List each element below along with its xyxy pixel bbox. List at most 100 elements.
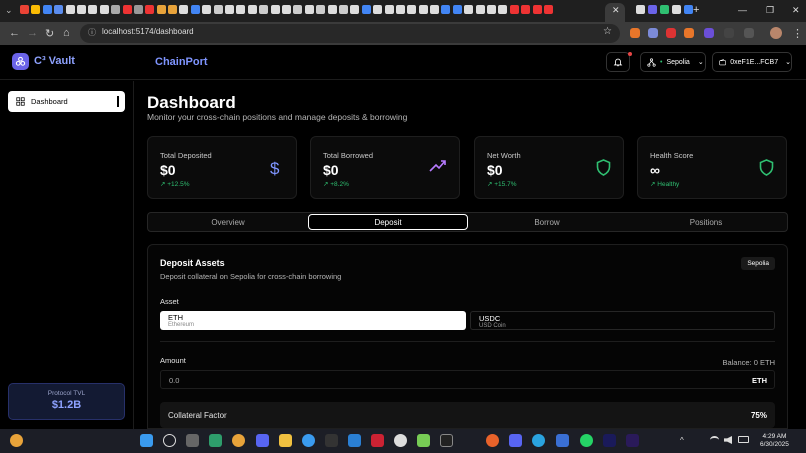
tab-favicon[interactable] [521, 5, 531, 14]
tab-favicon[interactable] [452, 5, 462, 14]
chrome-icon[interactable] [232, 434, 245, 447]
close-window-button[interactable]: ✕ [792, 5, 800, 16]
tab-favicon[interactable] [213, 5, 223, 14]
tab-favicon[interactable] [407, 5, 417, 14]
tab-favicon[interactable] [487, 5, 497, 14]
tray-chevron-icon[interactable]: ^ [680, 436, 684, 445]
tab-favicon[interactable] [168, 5, 178, 14]
tab-favicon[interactable] [293, 5, 303, 14]
tab-favicon[interactable] [636, 5, 645, 14]
tab-favicon[interactable] [247, 5, 257, 14]
tab-deposit[interactable]: Deposit [308, 214, 468, 230]
volume-icon[interactable] [724, 436, 732, 444]
tab-favicon[interactable] [475, 5, 485, 14]
tab-favicon[interactable] [42, 5, 52, 14]
site-info-icon[interactable]: ⓘ [88, 27, 96, 38]
amount-input[interactable]: 0.0 ETH [160, 370, 775, 389]
tab-favicon[interactable] [179, 5, 189, 14]
tab-favicon[interactable] [441, 5, 451, 14]
extension-icon[interactable] [666, 28, 676, 38]
tab-favicon[interactable] [65, 5, 75, 14]
extensions-puzzle-icon[interactable] [744, 28, 754, 38]
tab-favicon[interactable] [20, 5, 29, 14]
tab-favicon[interactable] [111, 5, 121, 14]
file-explorer-icon[interactable] [279, 434, 292, 447]
tab-favicon[interactable] [648, 5, 657, 14]
browser-menu-icon[interactable]: ⋮ [792, 27, 803, 40]
tab-favicon[interactable] [350, 5, 360, 14]
discord-icon[interactable] [256, 434, 269, 447]
tab-favicon[interactable] [672, 5, 681, 14]
back-icon[interactable]: ← [9, 27, 20, 39]
extension-icon[interactable] [684, 28, 694, 38]
tab-favicon[interactable] [418, 5, 428, 14]
tab-favicon[interactable] [225, 5, 235, 14]
tab-favicon[interactable] [190, 5, 200, 14]
tab-favicon[interactable] [509, 5, 519, 14]
tab-favicon[interactable] [361, 5, 371, 14]
maximize-button[interactable]: ❐ [766, 5, 774, 16]
search-icon[interactable] [163, 434, 176, 447]
app-icon[interactable] [371, 434, 384, 447]
clock[interactable]: 4:29 AM 6/30/2025 [760, 433, 789, 449]
extension-icon[interactable] [630, 28, 640, 38]
app-icon[interactable] [394, 434, 407, 447]
start-icon[interactable] [140, 434, 153, 447]
tab-favicon[interactable] [88, 5, 98, 14]
tab-favicon[interactable] [464, 5, 474, 14]
new-tab-button[interactable]: + [693, 4, 699, 16]
extension-icon[interactable] [724, 28, 734, 38]
terminal-icon[interactable] [440, 434, 453, 447]
tab-favicon[interactable] [498, 5, 508, 14]
tab-favicon[interactable] [145, 5, 155, 14]
vscode-icon[interactable] [348, 434, 361, 447]
tab-favicon[interactable] [327, 5, 337, 14]
asset-option-usdc[interactable]: USDC USD Coin [470, 311, 775, 330]
tab-favicon[interactable] [532, 5, 542, 14]
sidebar-item-dashboard[interactable]: Dashboard [8, 91, 125, 112]
whatsapp-icon[interactable] [580, 434, 593, 447]
tab-favicon[interactable] [384, 5, 394, 14]
tab-favicon[interactable] [259, 5, 269, 14]
tab-favicon[interactable] [202, 5, 212, 14]
premiere-icon[interactable] [603, 434, 616, 447]
app-icon[interactable] [486, 434, 499, 447]
tab-favicon[interactable] [543, 5, 553, 14]
tab-favicon[interactable] [395, 5, 405, 14]
tab-favicon[interactable] [122, 5, 132, 14]
telegram-icon[interactable] [532, 434, 545, 447]
profile-avatar[interactable] [770, 27, 782, 39]
app-icon[interactable] [302, 434, 315, 447]
tab-favicon[interactable] [373, 5, 383, 14]
app-icon[interactable] [417, 434, 430, 447]
tab-favicon[interactable] [304, 5, 314, 14]
app-icon[interactable] [325, 434, 338, 447]
asset-option-eth[interactable]: ETH Ethereum [160, 311, 466, 330]
app-icon[interactable] [509, 434, 522, 447]
tab-favicon[interactable] [338, 5, 348, 14]
weather-icon[interactable] [10, 434, 23, 447]
extension-icon[interactable] [704, 28, 714, 38]
wallet-button[interactable]: 0xeF1E...FCB7 ⌄ [712, 52, 792, 72]
copilot-icon[interactable] [209, 434, 222, 447]
tab-overview[interactable]: Overview [149, 214, 307, 230]
bookmark-star-icon[interactable]: ☆ [603, 26, 612, 37]
tab-favicon[interactable] [156, 5, 166, 14]
tab-favicon[interactable] [54, 5, 64, 14]
tab-favicon[interactable] [31, 5, 41, 14]
after-effects-icon[interactable] [626, 434, 639, 447]
tab-favicon[interactable] [76, 5, 86, 14]
tab-favicon[interactable] [430, 5, 440, 14]
tab-positions[interactable]: Positions [627, 214, 785, 230]
minimize-button[interactable]: — [738, 5, 747, 15]
tab-favicon[interactable] [684, 5, 693, 14]
tab-favicon[interactable] [99, 5, 109, 14]
tab-close-icon[interactable]: ✕ [612, 5, 620, 16]
network-selector[interactable]: • Sepolia ⌄ [640, 52, 706, 72]
tab-favicon[interactable] [316, 5, 326, 14]
app-icon[interactable] [556, 434, 569, 447]
tab-favicon[interactable] [660, 5, 669, 14]
url-text[interactable]: localhost:5174/dashboard [102, 27, 194, 36]
tab-search-icon[interactable]: ⌄ [5, 5, 13, 16]
battery-icon[interactable] [738, 436, 749, 443]
